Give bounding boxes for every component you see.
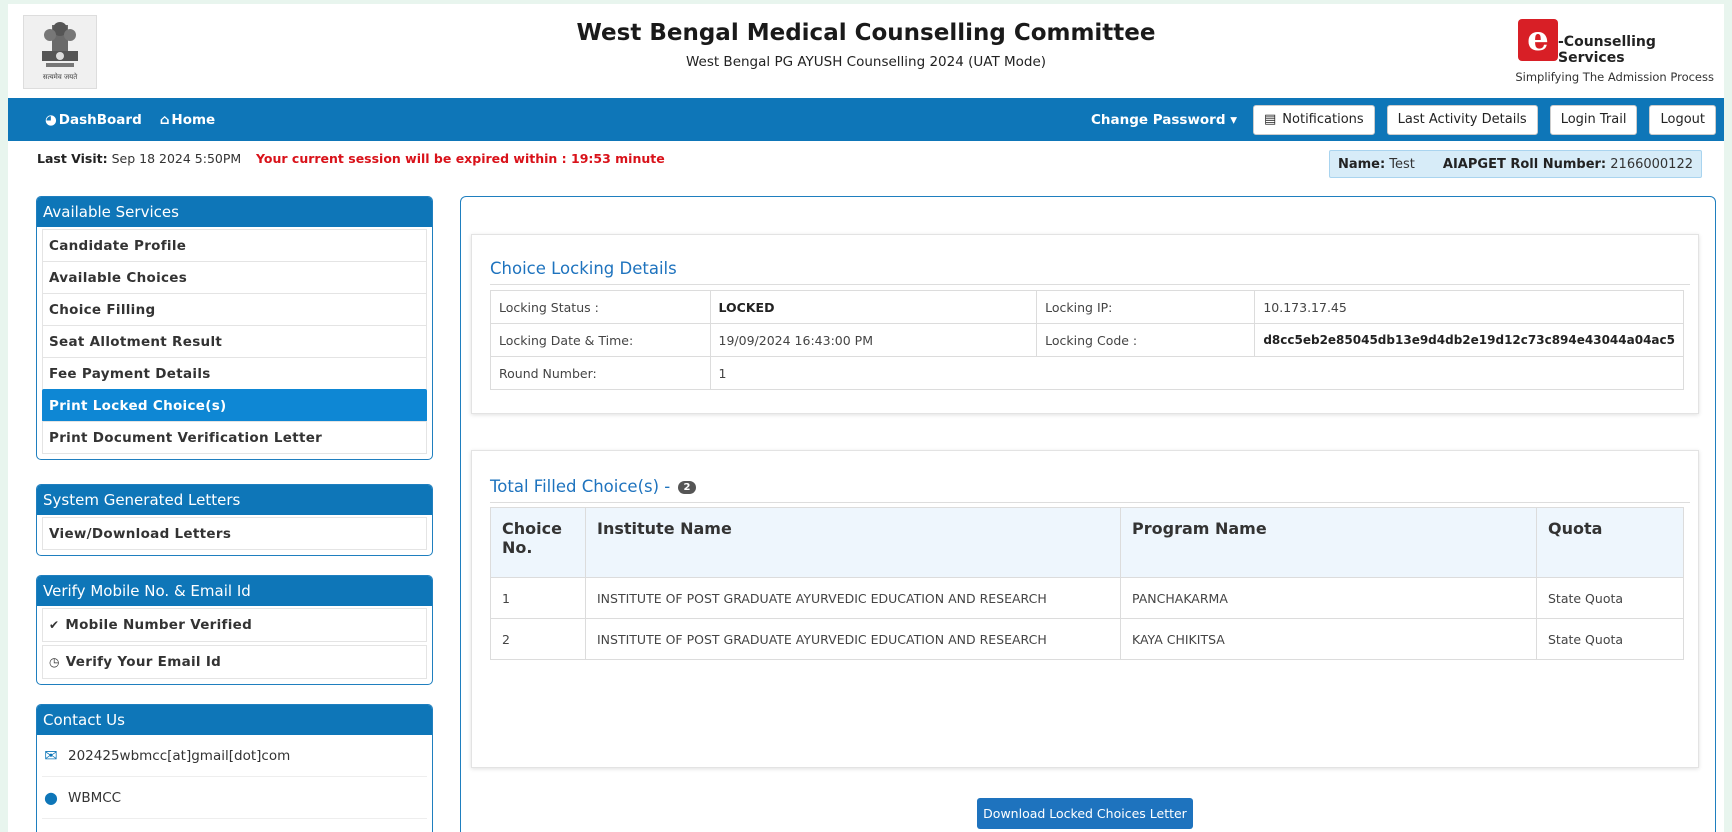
page: सत्यमेव जयते West Bengal Medical Counsel… — [8, 4, 1724, 832]
table-row: 1 INSTITUTE OF POST GRADUATE AYURVEDIC E… — [490, 577, 1684, 619]
locking-code-label: Locking Code : — [1036, 323, 1256, 357]
available-services-panel: Available Services Candidate Profile Ava… — [36, 196, 433, 460]
nav-dashboard-link[interactable]: ◕ DashBoard — [45, 112, 142, 128]
choice-locking-table: Locking Status : LOCKED Locking IP: 10.1… — [490, 290, 1685, 390]
locking-datetime-value: 19/09/2024 16:43:00 PM — [709, 323, 1038, 357]
cell-choice-no: 2 — [490, 618, 586, 660]
newspaper-icon: ▤ — [1264, 112, 1277, 127]
clock-icon: ◷ — [49, 655, 60, 669]
brand-tagline: Simplifying The Admission Process — [1515, 70, 1714, 84]
last-visit-value: Sep 18 2024 5:50PM — [111, 151, 242, 166]
choice-count-badge: 2 — [677, 481, 697, 494]
roll-value: 2166000122 — [1610, 156, 1693, 172]
locking-datetime-label: Locking Date & Time: — [490, 323, 711, 357]
round-number-value: 1 — [709, 356, 1685, 390]
locking-ip-value: 10.173.17.45 — [1254, 290, 1684, 324]
mobile-verified-item: ✔ Mobile Number Verified — [42, 608, 427, 642]
col-choice-no-line1: Choice — [502, 519, 562, 538]
e-logo-icon: e — [1518, 19, 1558, 61]
change-password-label: Change Password — [1090, 111, 1226, 128]
brand-text: -Counselling Services — [1558, 34, 1656, 66]
contact-title: Contact Us — [37, 705, 432, 735]
dashboard-icon: ◕ — [45, 111, 57, 128]
site-subtitle: West Bengal PG AYUSH Counselling 2024 (U… — [685, 54, 1047, 70]
system-letters-title: System Generated Letters — [37, 485, 432, 515]
cell-quota: State Quota — [1536, 577, 1684, 619]
envelope-icon: ✉ — [44, 746, 58, 765]
download-locked-choices-button[interactable]: Download Locked Choices Letter — [977, 798, 1193, 829]
site-title: West Bengal Medical Counselling Committe… — [576, 20, 1156, 46]
mobile-verified-label: Mobile Number Verified — [65, 617, 253, 633]
cell-choice-no: 1 — [490, 577, 586, 619]
contact-panel: Contact Us ✉ 202425wbmcc[at]gmail[dot]co… — [36, 704, 433, 832]
system-letters-panel: System Generated Letters View/Download L… — [36, 484, 433, 556]
nav-dashboard-label: DashBoard — [58, 111, 142, 128]
available-services-title: Available Services — [37, 197, 432, 227]
notifications-label: Notifications — [1282, 112, 1364, 127]
last-visit-label: Last Visit: — [37, 151, 108, 166]
logout-button[interactable]: Logout — [1649, 104, 1716, 135]
svg-text:सत्यमेव जयते: सत्यमेव जयते — [43, 72, 78, 81]
locking-status-value: LOCKED — [709, 290, 1038, 324]
choice-locking-title: Choice Locking Details — [490, 259, 677, 278]
sidebar-item-print-document-verification-letter[interactable]: Print Document Verification Letter — [42, 421, 427, 454]
last-activity-button[interactable]: Last Activity Details — [1386, 104, 1538, 135]
candidate-info-box: Name: Test AIAPGET Roll Number: 21660001… — [1328, 150, 1702, 178]
sidebar-item-available-choices[interactable]: Available Choices — [42, 261, 427, 294]
roll-label: AIAPGET Roll Number: — [1442, 156, 1607, 172]
home-icon: ⌂ — [159, 111, 170, 128]
locking-code-value: d8cc5eb2e85045db13e9d4db2e19d12c73c894e4… — [1254, 323, 1684, 357]
filled-choices-title-text: Total Filled Choice(s) - — [490, 477, 671, 496]
choice-locking-card: Choice Locking Details Locking Status : … — [471, 234, 1699, 414]
login-trail-button[interactable]: Login Trail — [1549, 104, 1638, 135]
contact-phone: ▯ 033-23412600 — [42, 819, 427, 832]
last-visit: Last Visit: Sep 18 2024 5:50PM — [37, 151, 241, 166]
session-expiry-warning: Your current session will be expired wit… — [256, 151, 665, 166]
main-content: Choice Locking Details Locking Status : … — [460, 196, 1716, 832]
contact-org: ● WBMCC — [42, 777, 427, 819]
col-quota: Quota — [1536, 507, 1684, 578]
col-program-name: Program Name — [1120, 507, 1537, 578]
check-circle-icon: ✔ — [49, 618, 60, 632]
col-choice-no: Choice No. — [490, 507, 586, 578]
contact-org-value: WBMCC — [68, 789, 122, 806]
site-header: सत्यमेव जयते West Bengal Medical Counsel… — [8, 4, 1724, 98]
e-counselling-brand: e -Counselling Services Simplifying The … — [1514, 17, 1714, 89]
contact-email-value: 202425wbmcc[at]gmail[dot]com — [68, 747, 291, 764]
contact-email: ✉ 202425wbmcc[at]gmail[dot]com — [42, 735, 427, 777]
verify-email-item[interactable]: ◷ Verify Your Email Id — [42, 645, 427, 679]
col-choice-no-line2: No. — [502, 538, 533, 557]
filled-choices-title: Total Filled Choice(s) - 2 — [490, 477, 697, 496]
cell-quota: State Quota — [1536, 618, 1684, 660]
cell-institute: INSTITUTE OF POST GRADUATE AYURVEDIC EDU… — [585, 618, 1121, 660]
top-navbar: ◕ DashBoard ⌂ Home Change Password ▾ ▤ N… — [8, 98, 1724, 141]
verify-email-label: Verify Your Email Id — [65, 654, 222, 670]
cell-program: PANCHAKARMA — [1120, 577, 1537, 619]
name-value: Test — [1389, 156, 1415, 172]
sidebar-item-candidate-profile[interactable]: Candidate Profile — [42, 229, 427, 262]
cell-institute: INSTITUTE OF POST GRADUATE AYURVEDIC EDU… — [585, 577, 1121, 619]
locking-ip-label: Locking IP: — [1036, 290, 1256, 324]
cell-program: KAYA CHIKITSA — [1120, 618, 1537, 660]
sidebar-item-print-locked-choices[interactable]: Print Locked Choice(s) — [42, 389, 427, 422]
sidebar-item-seat-allotment-result[interactable]: Seat Allotment Result — [42, 325, 427, 358]
caret-down-icon: ▾ — [1230, 111, 1237, 128]
sidebar-item-fee-payment-details[interactable]: Fee Payment Details — [42, 357, 427, 390]
filled-choices-table: Choice No. Institute Name Program Name Q… — [490, 507, 1684, 660]
locking-status-label: Locking Status : — [490, 290, 711, 324]
sidebar-item-view-download-letters[interactable]: View/Download Letters — [42, 517, 427, 550]
verify-panel: Verify Mobile No. & Email Id ✔ Mobile Nu… — [36, 575, 433, 685]
sidebar-item-choice-filling[interactable]: Choice Filling — [42, 293, 427, 326]
change-password-dropdown[interactable]: Change Password ▾ — [1091, 112, 1237, 128]
col-institute-name: Institute Name — [585, 507, 1121, 578]
round-number-label: Round Number: — [490, 356, 711, 390]
nav-home-label: Home — [171, 111, 216, 128]
map-marker-icon: ● — [44, 788, 58, 807]
name-label: Name: — [1337, 156, 1386, 172]
table-row: 2 INSTITUTE OF POST GRADUATE AYURVEDIC E… — [490, 618, 1684, 660]
nav-home-link[interactable]: ⌂ Home — [160, 112, 215, 128]
filled-choices-card: Total Filled Choice(s) - 2 Choice No. In… — [471, 450, 1699, 768]
verify-title: Verify Mobile No. & Email Id — [37, 576, 432, 606]
notifications-button[interactable]: ▤ Notifications — [1253, 104, 1375, 135]
